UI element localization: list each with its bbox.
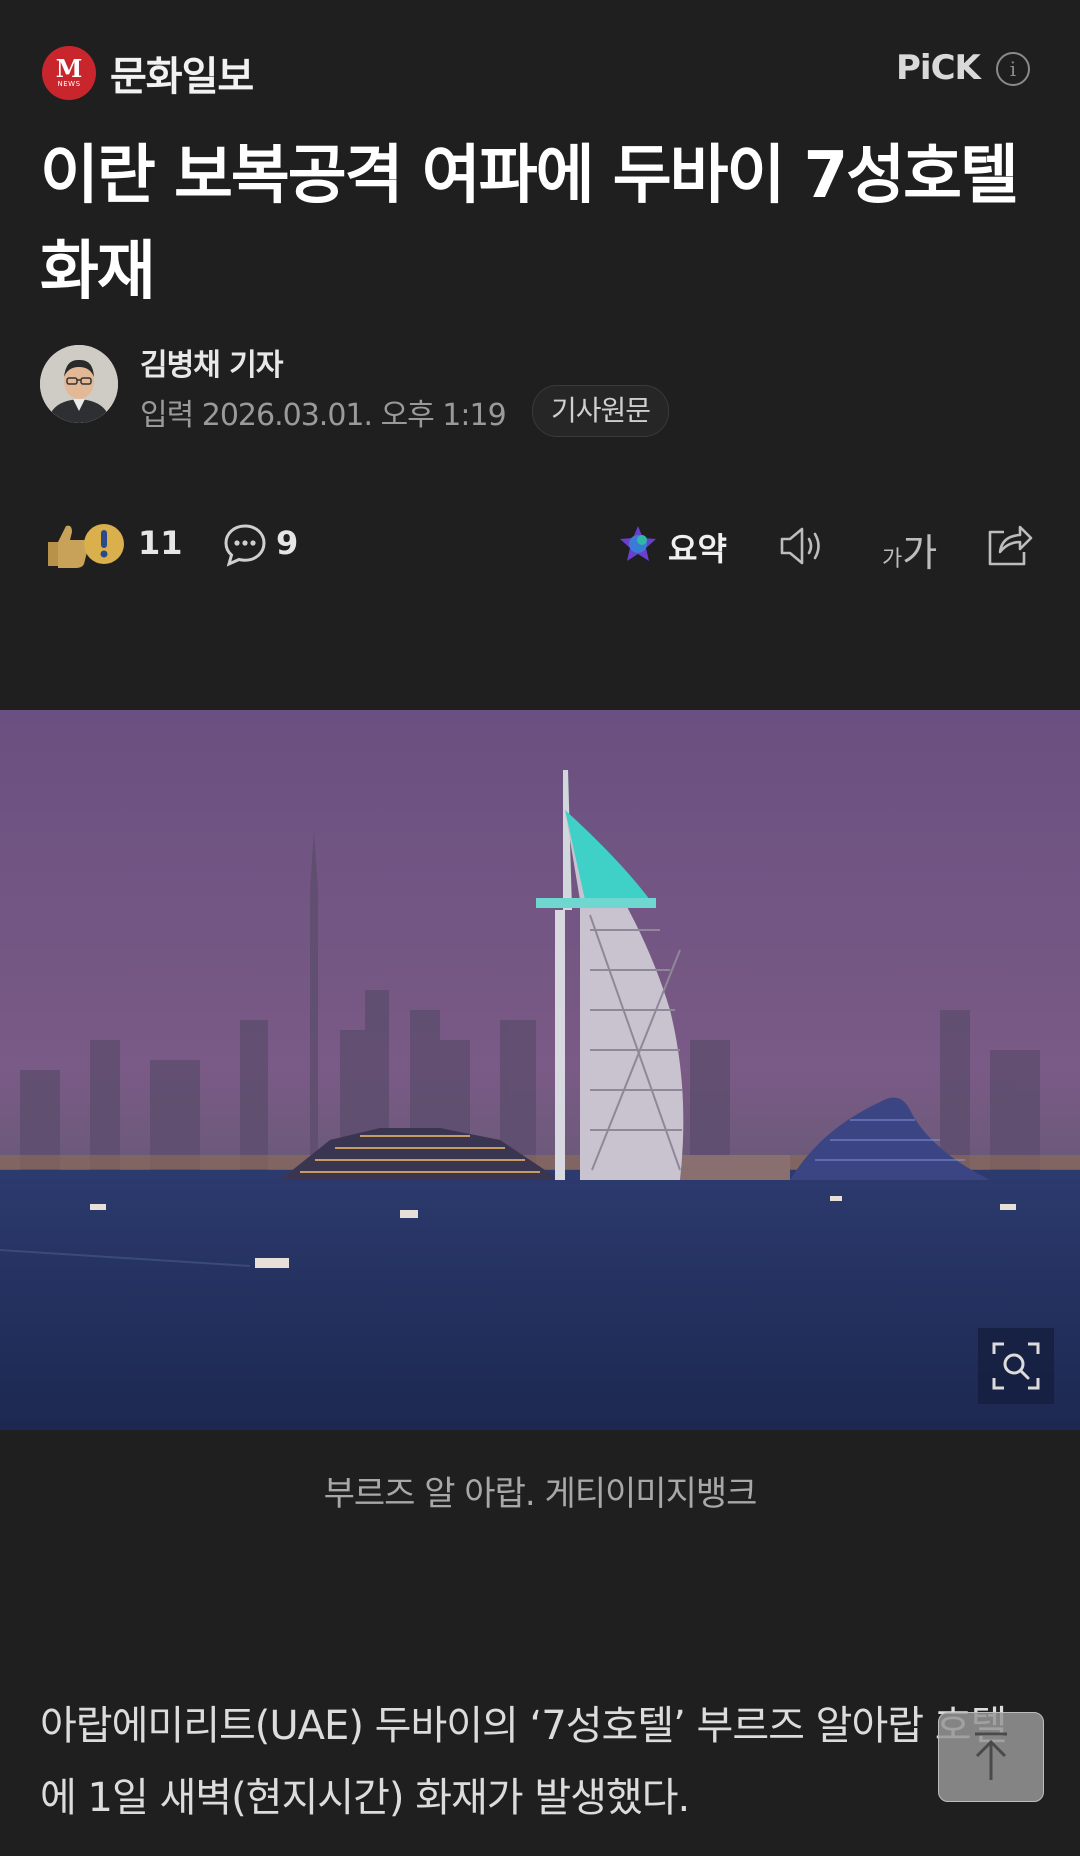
reaction-button[interactable] <box>44 520 128 570</box>
speaker-icon[interactable] <box>778 524 828 568</box>
press-logo-sub: NEWS <box>57 80 81 88</box>
ai-summary-icon[interactable] <box>618 524 658 564</box>
author-avatar[interactable] <box>40 345 118 423</box>
burj-al-arab-image <box>0 710 1080 1430</box>
publish-date: 입력 2026.03.01. 오후 1:19 <box>140 398 507 433</box>
author-name[interactable]: 김병채 기자 <box>140 340 283 384</box>
comment-count: 9 <box>276 524 299 562</box>
photo-caption: 부르즈 알 아랍. 게티이미지뱅크 <box>323 1474 758 1514</box>
original-article-button[interactable]: 기사원문 <box>532 385 670 437</box>
press-logo-letter: M <box>55 54 83 83</box>
font-size-button[interactable]: 가가 <box>882 522 937 577</box>
thumbs-up-icon <box>48 524 124 568</box>
comment-icon[interactable] <box>222 522 268 568</box>
info-icon[interactable]: i <box>996 52 1030 86</box>
font-size-large-label: 가 <box>902 531 938 575</box>
font-size-small-label: 가 <box>882 547 903 572</box>
pick-badge: PiCK <box>896 48 981 88</box>
zoom-icon[interactable] <box>978 1328 1054 1404</box>
article-photo[interactable] <box>0 710 1080 1430</box>
author-photo <box>40 345 118 423</box>
arrow-up-icon <box>975 1732 1007 1780</box>
scroll-to-top-button[interactable] <box>938 1712 1044 1802</box>
article-title: 이란 보복공격 여파에 두바이 7성호텔 화재 <box>40 139 1019 309</box>
share-icon[interactable] <box>984 522 1034 568</box>
press-name[interactable]: 문화일보 <box>110 44 254 102</box>
reaction-count: 11 <box>138 524 183 562</box>
press-logo[interactable]: M NEWS <box>42 46 96 100</box>
summary-button[interactable]: 요약 <box>668 524 727 570</box>
article-body-paragraph: 아랍에미리트(UAE) 두바이의 ‘7성호텔’ 부르즈 알아랍 호텔에 1일 새… <box>40 1703 1007 1821</box>
